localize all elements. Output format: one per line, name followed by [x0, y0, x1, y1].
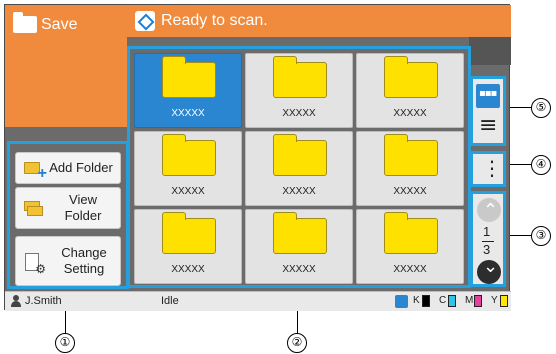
folder-label: XXXXX — [171, 186, 205, 197]
more-menu-icon[interactable] — [470, 151, 506, 187]
view-folder-label: View Folder — [64, 192, 102, 223]
folder-icon — [384, 134, 438, 176]
ink-k-label: K — [413, 295, 420, 306]
grid-view-icon[interactable] — [476, 84, 500, 108]
folder-label: XXXXX — [282, 264, 316, 275]
add-folder-button[interactable]: Add Folder — [15, 152, 121, 184]
view-folder-icon — [24, 201, 43, 217]
chevron-down-icon[interactable] — [477, 256, 501, 284]
scanner-screen: Save Ready to scan. Add Folder View Fold… — [4, 4, 511, 311]
ink-icon — [395, 295, 408, 308]
callout-2: ② — [287, 333, 307, 353]
user-name: J.Smith — [25, 295, 62, 307]
callout-leader — [510, 107, 531, 108]
list-view-icon[interactable] — [476, 113, 500, 139]
folder-tile[interactable]: XXXXX — [356, 131, 464, 206]
callout-leader — [510, 164, 531, 165]
status-message: Ready to scan. — [161, 12, 268, 29]
folder-label: XXXXX — [282, 186, 316, 197]
folder-tile[interactable]: XXXXX — [134, 131, 242, 206]
ink-c-label: C — [439, 295, 447, 306]
page-total: 3 — [483, 242, 491, 257]
callout-4: ④ — [531, 155, 551, 175]
page-current: 1 — [483, 224, 491, 239]
folder-tile[interactable]: XXXXX — [134, 209, 242, 284]
folder-label: XXXXX — [282, 108, 316, 119]
bottom-status-bar: J.Smith Idle K C M Y — [5, 291, 511, 311]
folder-tile[interactable]: XXXXX — [245, 53, 353, 128]
view-toggle — [470, 76, 506, 146]
folder-icon — [162, 56, 216, 98]
status-bar: Ready to scan. — [127, 5, 511, 37]
folder-icon — [273, 212, 327, 254]
folder-icon — [162, 134, 216, 176]
callout-3: ③ — [531, 226, 551, 246]
folder-label: XXXXX — [393, 264, 427, 275]
folder-tile[interactable]: XXXXX — [356, 209, 464, 284]
add-folder-label: Add Folder — [49, 160, 113, 175]
ink-m-label: M — [465, 295, 474, 306]
folder-tile[interactable]: XXXXX — [245, 209, 353, 284]
folder-tile[interactable]: XXXXX — [134, 53, 242, 128]
annotated-screenshot: Save Ready to scan. Add Folder View Fold… — [0, 0, 556, 354]
status-strip — [469, 37, 511, 65]
chevron-up-icon[interactable] — [477, 198, 501, 222]
pager: 1 3 — [470, 191, 506, 287]
diamond-scan-icon — [135, 11, 155, 31]
action-panel: Add Folder View Folder Change Setting — [7, 141, 129, 289]
folder-icon — [273, 134, 327, 176]
title-panel: Save — [5, 5, 127, 127]
folder-grid: XXXXX XXXXX XXXXX XXXXX XXXXX XXXXX XXXX… — [127, 46, 471, 288]
callout-5: ⑤ — [531, 98, 551, 118]
add-folder-icon — [24, 162, 47, 183]
folder-tile[interactable]: XXXXX — [245, 131, 353, 206]
folder-icon — [384, 56, 438, 98]
change-setting-button[interactable]: Change Setting — [15, 236, 121, 286]
change-setting-label: Change Setting — [61, 245, 107, 276]
callout-1: ① — [55, 333, 75, 353]
user-icon — [11, 295, 21, 307]
screen-title: Save — [41, 16, 78, 33]
ink-y-swatch — [500, 295, 508, 307]
folder-icon — [13, 12, 37, 33]
callout-leader — [510, 235, 531, 236]
ink-k-swatch — [422, 295, 430, 307]
folder-label: XXXXX — [171, 264, 205, 275]
folder-icon — [162, 212, 216, 254]
callout-leader — [65, 311, 66, 335]
folder-icon — [273, 56, 327, 98]
folder-tile[interactable]: XXXXX — [356, 53, 464, 128]
settings-icon — [25, 253, 46, 276]
folder-label: XXXXX — [171, 108, 205, 119]
folder-icon — [384, 212, 438, 254]
ink-c-swatch — [448, 295, 456, 307]
callout-leader — [297, 311, 298, 335]
folder-label: XXXXX — [393, 108, 427, 119]
ink-m-swatch — [474, 295, 482, 307]
folder-label: XXXXX — [393, 186, 427, 197]
ink-y-label: Y — [491, 295, 498, 306]
machine-status: Idle — [161, 295, 179, 307]
view-folder-button[interactable]: View Folder — [15, 187, 121, 229]
